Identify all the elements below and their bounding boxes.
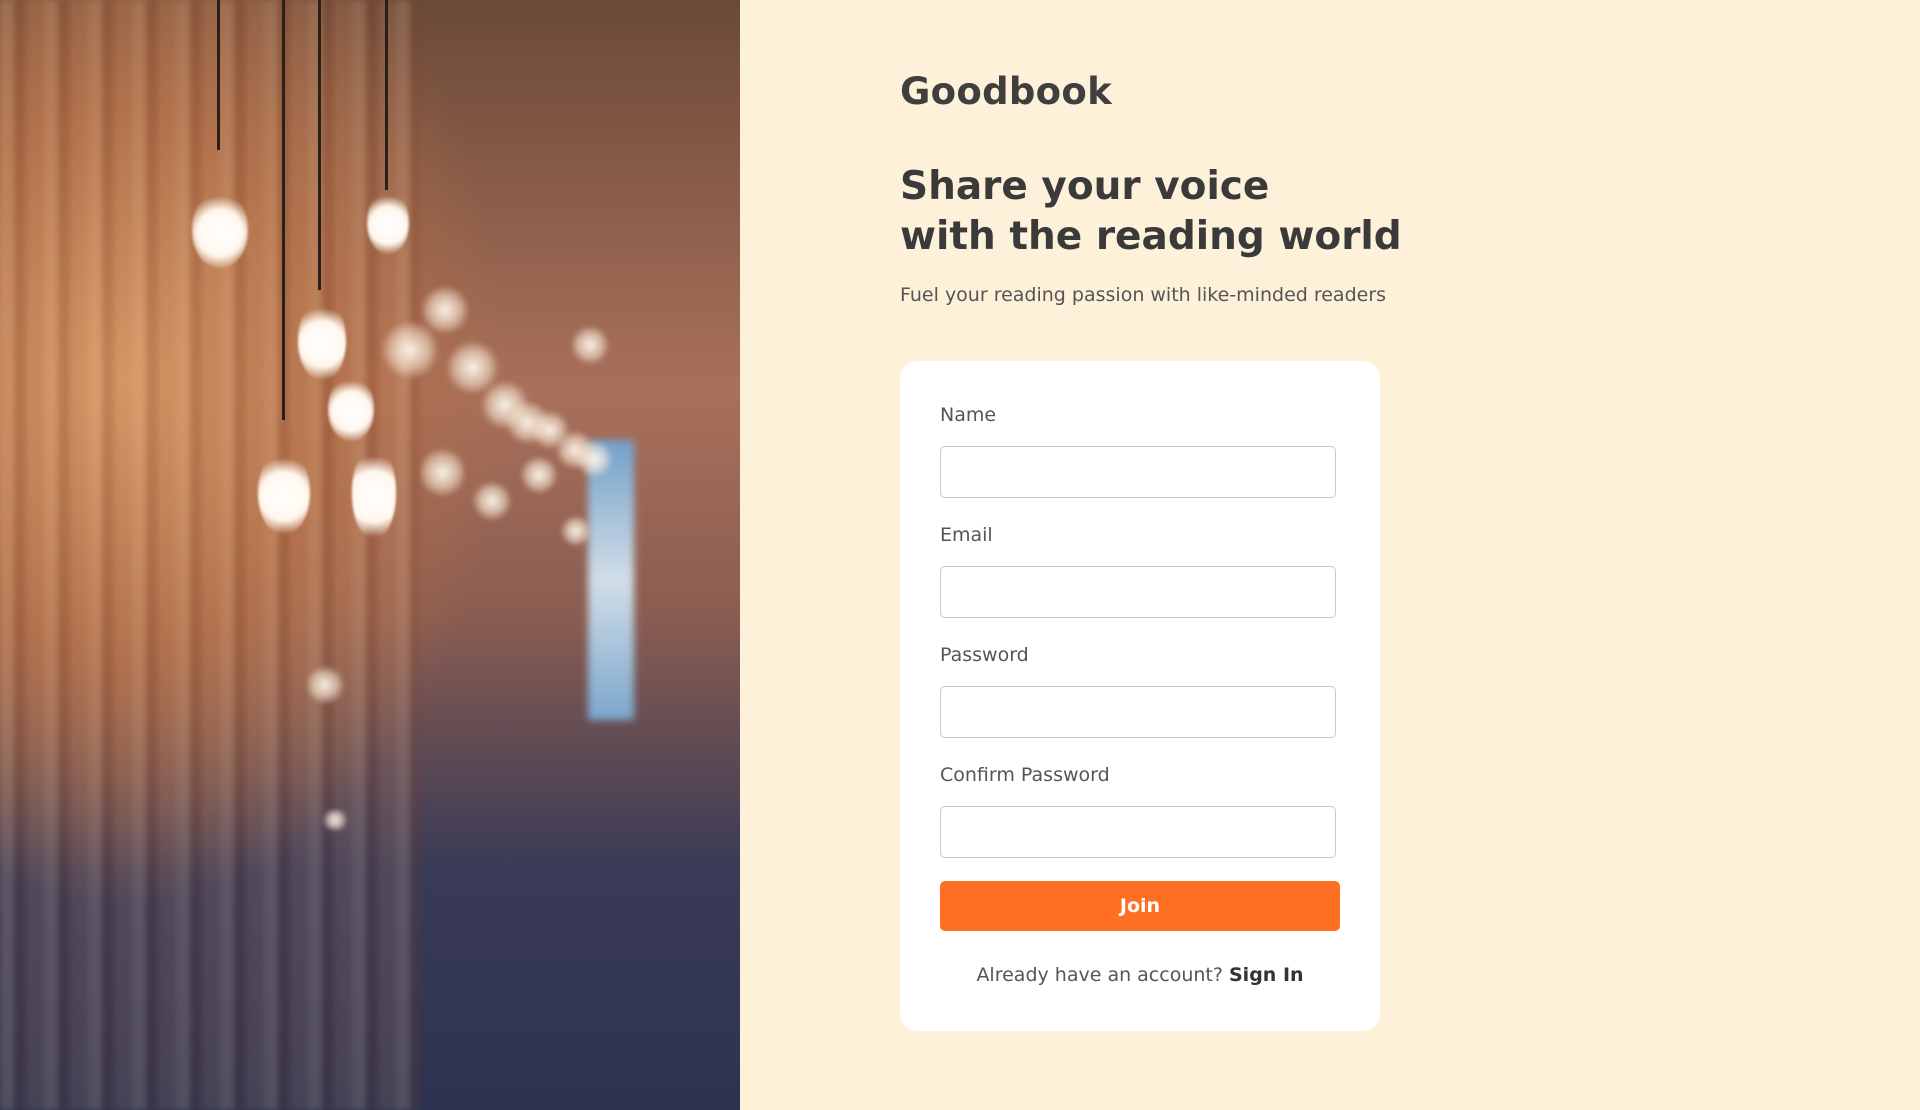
password-input[interactable] [940, 686, 1336, 738]
bookshelves-background [0, 0, 420, 1110]
library-hero-image [0, 0, 740, 1110]
headline-line-1: Share your voice [900, 164, 1270, 209]
light-bulb [328, 375, 374, 441]
light-bulb [258, 450, 310, 534]
email-input[interactable] [940, 566, 1336, 618]
window-light [588, 440, 634, 720]
name-label: Name [940, 404, 997, 426]
signup-card: Name Email Password Confirm Password Joi… [900, 361, 1380, 1031]
page-subtitle: Fuel your reading passion with like-mind… [900, 284, 1387, 306]
signin-prompt-text: Already have an account? [976, 964, 1223, 986]
bokeh-light [560, 515, 592, 547]
bokeh-light [305, 665, 345, 705]
email-label: Email [940, 524, 993, 546]
bokeh-light [520, 455, 558, 495]
join-button[interactable]: Join [940, 881, 1340, 931]
bokeh-light [472, 480, 512, 522]
password-label: Password [940, 644, 1029, 666]
bokeh-light [575, 440, 613, 478]
name-input[interactable] [940, 446, 1336, 498]
confirm-password-label: Confirm Password [940, 764, 1110, 786]
light-bulb [192, 190, 248, 268]
light-bulb [367, 190, 409, 254]
light-bulb [298, 300, 346, 380]
signin-link[interactable]: Sign In [1229, 964, 1304, 986]
brand-logo: Goodbook [900, 70, 1113, 113]
confirm-password-input[interactable] [940, 806, 1336, 858]
lamp-cord [217, 0, 220, 150]
lamp-cord [318, 0, 321, 290]
bokeh-light [420, 285, 470, 335]
bokeh-light [570, 325, 610, 365]
lamp-cord [282, 0, 285, 420]
bokeh-light [420, 445, 465, 500]
page-headline: Share your voice with the reading world [900, 162, 1460, 262]
headline-line-2: with the reading world [900, 214, 1402, 259]
lamp-cord [385, 0, 388, 190]
light-bulb [352, 445, 396, 539]
signin-prompt-row: Already have an account? Sign In [900, 964, 1380, 986]
bokeh-light [320, 810, 350, 830]
